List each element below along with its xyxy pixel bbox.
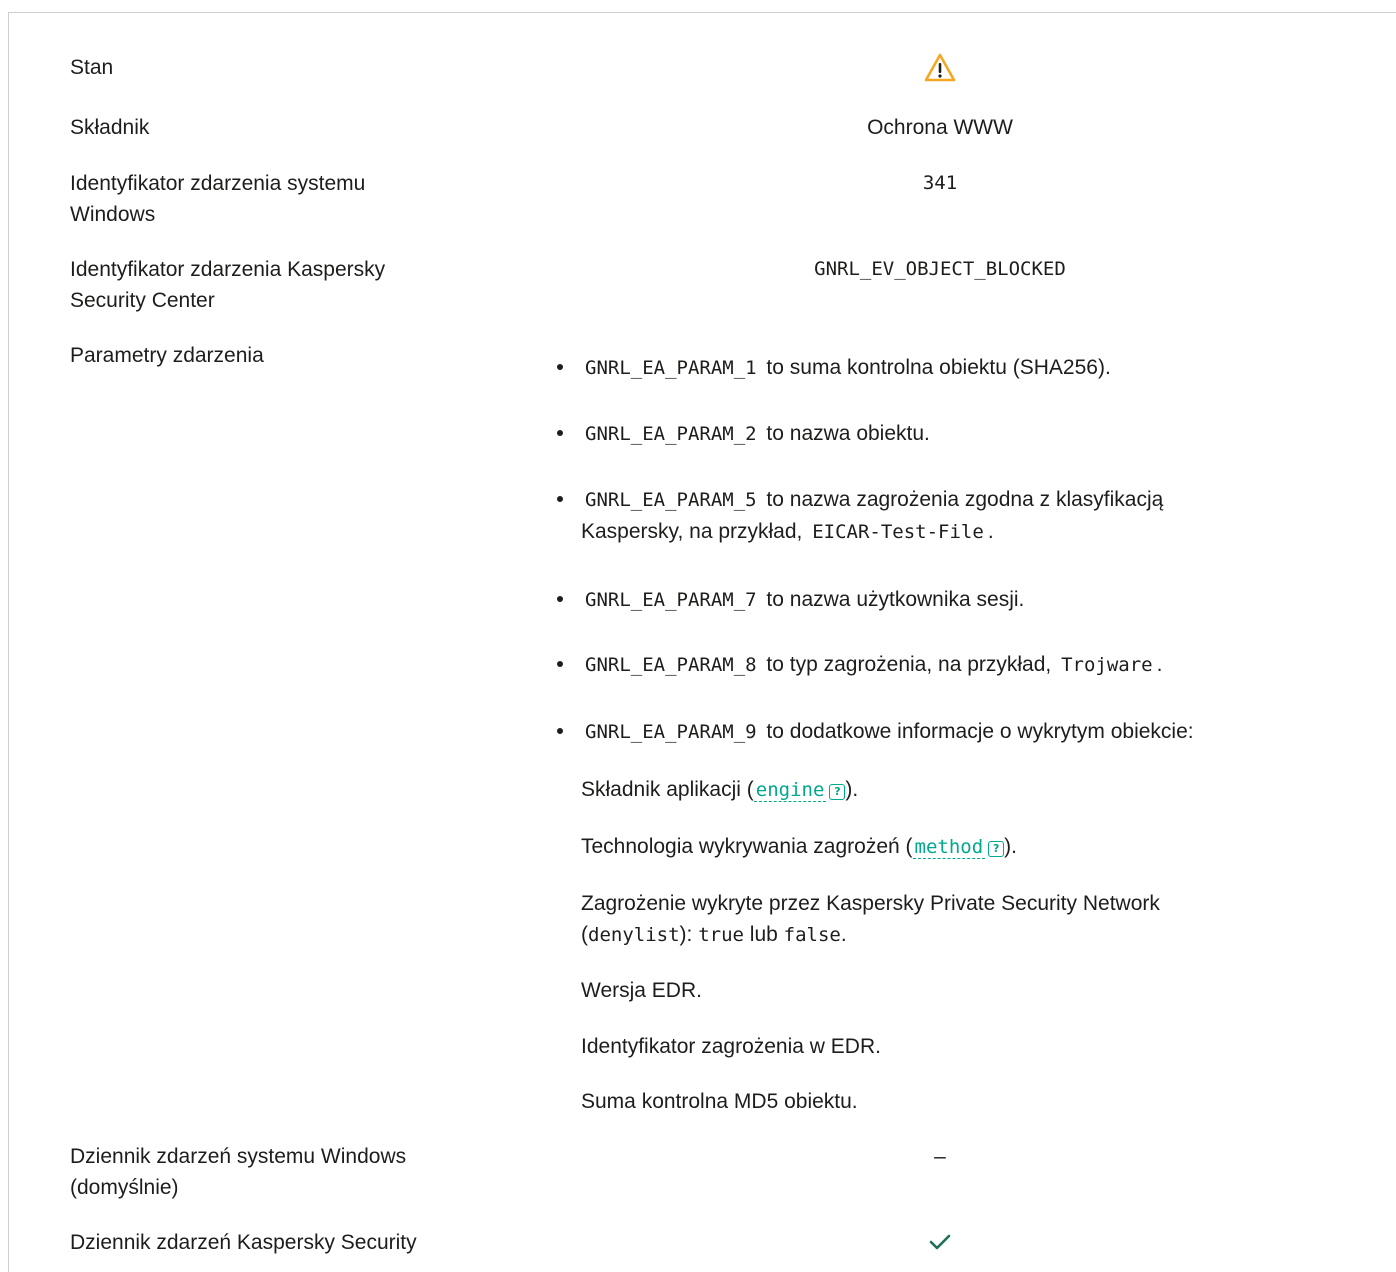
detail-method: Technologia wykrywania zagrożeń (method?… xyxy=(581,831,1381,863)
bullet-icon xyxy=(557,661,563,667)
detail-edr-threat-id: Identyfikator zagrożenia w EDR. xyxy=(581,1035,881,1058)
row-label-ksc-event-id: Identyfikator zdarzenia Kaspersky Securi… xyxy=(70,254,490,316)
detail-text: lub xyxy=(743,923,784,946)
detail-text: ). xyxy=(845,778,859,801)
param-code: GNRL_EA_PARAM_1 xyxy=(585,357,757,379)
row-label-component: Składnik xyxy=(70,116,150,139)
detail-ksn: Zagrożenie wykryte przez Kaspersky Priva… xyxy=(581,888,1381,951)
param-text: to typ zagrożenia, na przykład, xyxy=(760,653,1058,676)
param-text: . xyxy=(987,520,994,543)
bullet-icon xyxy=(557,430,563,436)
detail-md5: Suma kontrolna MD5 obiektu. xyxy=(581,1090,858,1113)
param-text: to suma kontrolna obiektu (SHA256). xyxy=(760,356,1111,379)
row-value-windows-event-id: 341 xyxy=(922,172,958,194)
warning-triangle-icon xyxy=(924,53,956,82)
detail-text: Zagrożenie wykryte przez Kaspersky Priva… xyxy=(581,892,1160,915)
method-link[interactable]: method xyxy=(912,836,986,859)
list-item: GNRL_EA_PARAM_1 to suma kontrolna obiekt… xyxy=(557,352,1381,384)
row-value-ksc-event-id: GNRL_EV_OBJECT_BLOCKED xyxy=(814,258,1066,280)
param-text: to nazwa zagrożenia zgodna z klasyfikacj… xyxy=(760,488,1164,511)
detail-engine: Składnik aplikacji (engine?). xyxy=(581,774,1381,806)
param-code: GNRL_EA_PARAM_7 xyxy=(585,589,757,611)
engine-link[interactable]: engine xyxy=(753,779,827,802)
detail-text: . xyxy=(840,923,847,946)
detail-text: Technologia wykrywania zagrożeń ( xyxy=(581,835,913,858)
bullet-icon xyxy=(557,596,563,602)
detail-edr-version: Wersja EDR. xyxy=(581,979,702,1002)
list-item: GNRL_EA_PARAM_2 to nazwa obiektu. xyxy=(557,418,1381,450)
label-line: Identyfikator zdarzenia systemu xyxy=(70,172,366,195)
param-code: GNRL_EA_PARAM_2 xyxy=(585,423,757,445)
list-item: GNRL_EA_PARAM_8 to typ zagrożenia, na pr… xyxy=(557,649,1381,681)
bullet-icon xyxy=(557,364,563,370)
label-line: (domyślnie) xyxy=(70,1176,179,1199)
row-value-windows-log: – xyxy=(934,1145,946,1168)
param-text: to dodatkowe informacje o wykrytym obiek… xyxy=(760,720,1194,743)
bullet-icon xyxy=(557,496,563,502)
param-example-code: EICAR-Test-File xyxy=(812,521,984,543)
row-label-ksc-log: Dziennik zdarzeń Kaspersky Security xyxy=(70,1231,417,1254)
param-text: Kaspersky, na przykład, xyxy=(581,520,809,543)
param-code: GNRL_EA_PARAM_9 xyxy=(585,721,757,743)
detail-text: ). xyxy=(1004,835,1017,858)
detail-text: ( xyxy=(581,923,588,946)
row-label-event-params: Parametry zdarzenia xyxy=(70,344,264,367)
row-label-windows-event-id: Identyfikator zdarzenia systemu Windows xyxy=(70,168,490,230)
param-code: GNRL_EA_PARAM_5 xyxy=(585,489,757,511)
param-example-code: Trojware xyxy=(1061,654,1153,676)
checkmark-icon xyxy=(929,1234,951,1250)
help-icon[interactable]: ? xyxy=(988,841,1005,857)
row-value-component: Ochrona WWW xyxy=(867,116,1013,139)
label-line: Security Center xyxy=(70,289,215,312)
param-text: to nazwa obiektu. xyxy=(760,422,930,445)
row-label-windows-log: Dziennik zdarzeń systemu Windows (domyśl… xyxy=(70,1141,490,1203)
detail-text: Składnik aplikacji ( xyxy=(581,778,754,801)
ksn-code: denylist xyxy=(588,924,680,946)
detail-text: ): xyxy=(679,923,699,946)
false-code: false xyxy=(783,924,841,946)
bullet-icon xyxy=(557,728,563,734)
param-text: . xyxy=(1156,653,1163,676)
label-line: Windows xyxy=(70,203,156,226)
row-label-status: Stan xyxy=(70,56,114,79)
label-line: Identyfikator zdarzenia Kaspersky xyxy=(70,258,386,281)
list-item: GNRL_EA_PARAM_5 to nazwa zagrożenia zgod… xyxy=(557,484,1381,548)
param-code: GNRL_EA_PARAM_8 xyxy=(585,654,757,676)
label-line: Dziennik zdarzeń systemu Windows xyxy=(70,1145,407,1168)
list-item: GNRL_EA_PARAM_7 to nazwa użytkownika ses… xyxy=(557,584,1381,616)
true-code: true xyxy=(698,924,744,946)
list-item: GNRL_EA_PARAM_9 to dodatkowe informacje … xyxy=(557,716,1381,748)
param-text: to nazwa użytkownika sesji. xyxy=(760,588,1025,611)
help-icon[interactable]: ? xyxy=(829,784,846,800)
